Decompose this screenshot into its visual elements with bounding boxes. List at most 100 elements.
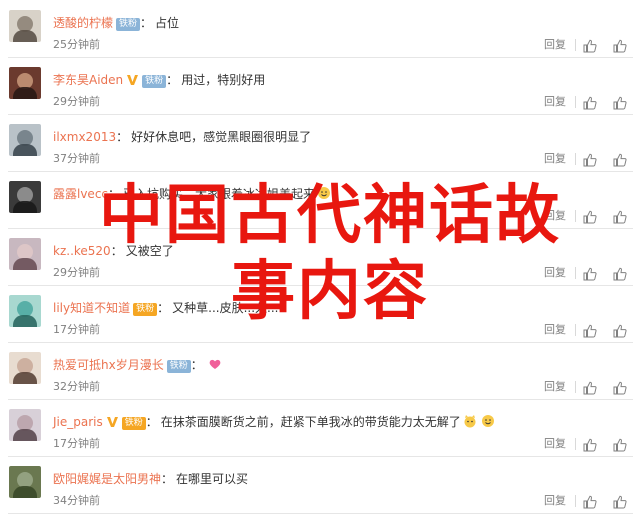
action-divider: [575, 153, 576, 165]
commenter-name-link[interactable]: kz..ke520: [53, 244, 111, 258]
comment-line: 欧阳娓娓是太阳男神： 在哪里可以买: [53, 470, 248, 488]
like-count-thumbs-up-icon[interactable]: [613, 494, 627, 509]
name-separator: ：: [145, 415, 158, 429]
comment-item: lily知道不知道 铁粉：又种草...皮肤...入... 17分钟前 回复: [0, 286, 641, 343]
like-count-thumbs-up-icon[interactable]: [613, 266, 627, 281]
reply-button[interactable]: 回复: [544, 38, 566, 52]
reply-button[interactable]: 回复: [544, 494, 566, 508]
comment-line: kz..ke520： 又被空了: [53, 242, 174, 260]
like-thumbs-up-icon[interactable]: [583, 437, 597, 452]
comment-line: 透酸的柠檬 铁粉：占位: [53, 14, 179, 32]
comment-time: 25分钟前: [53, 38, 100, 51]
reply-button[interactable]: 回复: [544, 152, 566, 166]
name-separator: ：: [190, 358, 203, 372]
comment-item: kz..ke520： 又被空了 29分钟前 回复: [0, 229, 641, 286]
comment-item: 李东昊Aiden 铁粉：用过，特别好用 29分钟前 回复: [0, 58, 641, 115]
name-separator: ：: [116, 130, 129, 144]
comment-list: 透酸的柠檬 铁粉：占位 25分钟前 回复 李东昊Aiden 铁粉：用过，特别好用 29分钟前…: [0, 0, 641, 529]
avatar[interactable]: [9, 10, 41, 42]
comment-text: 好好休息吧，感觉黑眼圈很明显了: [131, 130, 312, 144]
like-count-thumbs-up-icon[interactable]: [613, 323, 627, 338]
avatar[interactable]: [9, 181, 41, 213]
like-count-thumbs-up-icon[interactable]: [613, 95, 627, 110]
action-divider: [575, 495, 576, 507]
action-divider: [575, 39, 576, 51]
commenter-name-link[interactable]: Jie_paris: [53, 415, 103, 429]
like-count-thumbs-up-icon[interactable]: [613, 380, 627, 395]
fan-badge[interactable]: 铁粉: [142, 75, 167, 88]
reply-button[interactable]: 回复: [544, 95, 566, 109]
avatar[interactable]: [9, 124, 41, 156]
heart-emoji-icon: [209, 359, 221, 369]
name-separator: ：: [166, 73, 179, 87]
like-count-thumbs-up-icon[interactable]: [613, 38, 627, 53]
row-divider: [8, 513, 633, 514]
avatar[interactable]: [9, 466, 41, 498]
name-separator: ：: [161, 472, 174, 486]
reply-button[interactable]: 回复: [544, 266, 566, 280]
comment-text: 又被空了: [125, 244, 174, 258]
comment-item: Jie_paris 铁粉：在抹茶面膜断货之前，赶紧下单我冰的带货能力太无解了 17分…: [0, 400, 641, 457]
comment-line: 露露lvecc： 已入坑购买，大家跟着冰冰姐美起来: [53, 185, 333, 203]
like-thumbs-up-icon[interactable]: [583, 266, 597, 281]
comment-time: 17分钟前: [53, 323, 100, 336]
action-divider: [575, 381, 576, 393]
action-divider: [575, 210, 576, 222]
avatar[interactable]: [9, 67, 41, 99]
commenter-name-link[interactable]: 李东昊Aiden: [53, 73, 123, 87]
commenter-name-link[interactable]: ilxmx2013: [53, 130, 116, 144]
name-separator: ：: [140, 16, 153, 30]
comment-item: 热爱可抵hx岁月漫长 铁粉： 32分钟前 回复: [0, 343, 641, 400]
commenter-name-link[interactable]: 透酸的柠檬: [53, 16, 113, 30]
comment-text: 用过，特别好用: [181, 73, 266, 87]
fan-badge[interactable]: 铁粉: [166, 360, 191, 373]
reply-button[interactable]: 回复: [544, 323, 566, 337]
action-divider: [575, 267, 576, 279]
commenter-name-link[interactable]: 热爱可抵hx岁月漫长: [53, 358, 164, 372]
commenter-name-link[interactable]: 欧阳娓娓是太阳男神: [53, 472, 161, 486]
reply-button[interactable]: 回复: [544, 380, 566, 394]
comment-text: 在哪里可以买: [176, 472, 249, 486]
cat-emoji-icon: [464, 415, 476, 428]
like-thumbs-up-icon[interactable]: [583, 152, 597, 167]
like-thumbs-up-icon[interactable]: [583, 209, 597, 224]
comment-line: lily知道不知道 铁粉：又种草...皮肤...入...: [53, 299, 278, 317]
action-divider: [575, 324, 576, 336]
comment-item: 露露lvecc： 已入坑购买，大家跟着冰冰姐美起来回复: [0, 172, 641, 229]
commenter-name-link[interactable]: 露露lvecc: [53, 187, 108, 201]
comment-text: 在抹茶面膜断货之前，赶紧下单我冰的带货能力太无解了: [160, 415, 461, 429]
like-thumbs-up-icon[interactable]: [583, 323, 597, 338]
fan-badge[interactable]: 铁粉: [121, 417, 146, 430]
action-divider: [575, 96, 576, 108]
avatar[interactable]: [9, 295, 41, 327]
like-thumbs-up-icon[interactable]: [583, 38, 597, 53]
comment-text: 又种草...皮肤...入...: [172, 301, 279, 315]
like-count-thumbs-up-icon[interactable]: [613, 152, 627, 167]
like-count-thumbs-up-icon[interactable]: [613, 437, 627, 452]
smile-emoji-icon: [481, 415, 494, 427]
action-divider: [575, 438, 576, 450]
name-separator: ：: [157, 301, 170, 315]
avatar[interactable]: [9, 352, 41, 384]
comment-time: 34分钟前: [53, 494, 100, 507]
fan-badge[interactable]: 铁粉: [116, 18, 141, 31]
comment-time: 17分钟前: [53, 437, 100, 450]
fan-badge[interactable]: 铁粉: [133, 303, 158, 316]
like-thumbs-up-icon[interactable]: [583, 494, 597, 509]
comment-item: 欧阳娓娓是太阳男神： 在哪里可以买 34分钟前 回复: [0, 457, 641, 514]
reply-button[interactable]: 回复: [544, 209, 566, 223]
name-separator: ：: [110, 244, 123, 258]
reply-button[interactable]: 回复: [544, 437, 566, 451]
like-thumbs-up-icon[interactable]: [583, 95, 597, 110]
comment-item: 透酸的柠檬 铁粉：占位 25分钟前 回复: [0, 1, 641, 58]
verified-v-icon: [106, 417, 118, 427]
comment-time: 29分钟前: [53, 266, 100, 279]
name-separator: ：: [108, 187, 121, 201]
comment-line: 热爱可抵hx岁月漫长 铁粉：: [53, 356, 224, 374]
commenter-name-link[interactable]: lily知道不知道: [53, 301, 130, 315]
avatar[interactable]: [9, 409, 41, 441]
like-count-thumbs-up-icon[interactable]: [613, 209, 627, 224]
like-thumbs-up-icon[interactable]: [583, 380, 597, 395]
comment-text: 已入坑购买，大家跟着冰冰姐美起来: [123, 187, 316, 201]
avatar[interactable]: [9, 238, 41, 270]
